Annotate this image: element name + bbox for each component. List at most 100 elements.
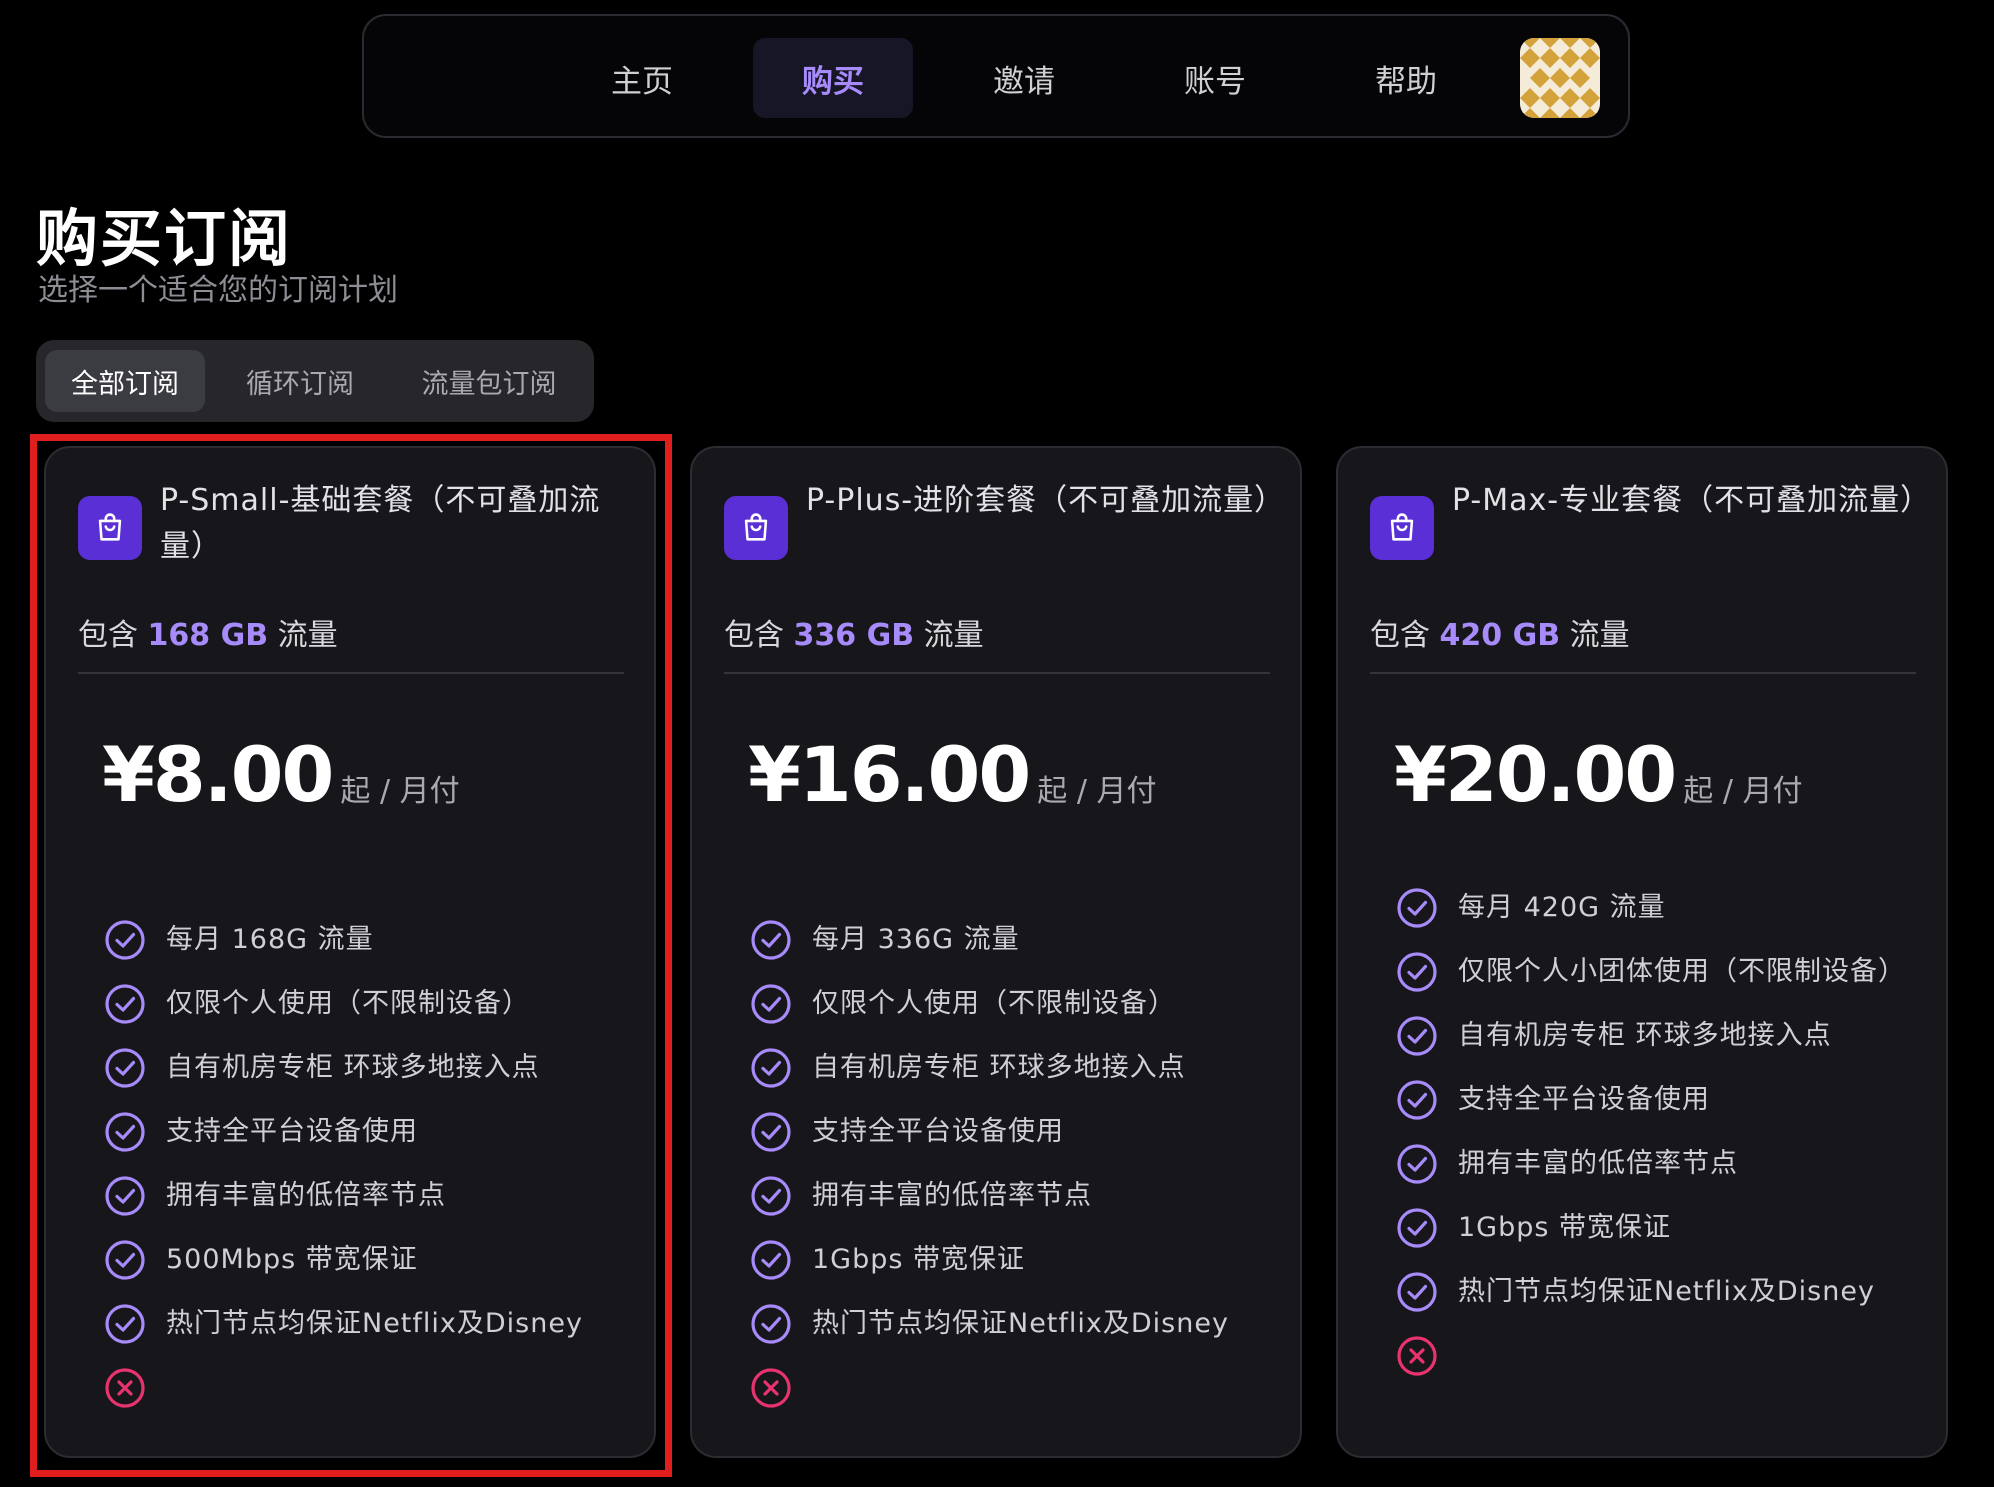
feature-text: 拥有丰富的低倍率节点 [812,1180,1092,1211]
tab-recurring-subscriptions[interactable]: 循环订阅 [220,350,380,412]
check-circle-icon [104,1111,146,1153]
price-amount: ¥8.00 [102,730,334,819]
plan-traffic: 包含 336 GB 流量 [724,610,984,654]
check-circle-icon [750,1111,792,1153]
plan-price: ¥20.00 起 / 月付 [1394,730,1802,819]
feature-item: 仅限个人小团体使用（不限制设备） [1396,940,1936,1004]
plan-traffic: 包含 168 GB 流量 [78,610,338,654]
feature-item-excluded [750,1356,1290,1420]
feature-text: 拥有丰富的低倍率节点 [1458,1148,1738,1179]
feature-item: 每月 336G 流量 [750,908,1290,972]
check-circle-icon [104,1303,146,1345]
plan-card[interactable]: P-Max-专业套餐（不可叠加流量） 包含 420 GB 流量 ¥20.00 起 / … [1336,446,1948,1458]
price-amount: ¥20.00 [1394,730,1677,819]
nav-item-home[interactable]: 主页 [562,38,722,118]
feature-item: 1Gbps 带宽保证 [750,1228,1290,1292]
check-circle-icon [1396,951,1438,993]
page-subtitle: 选择一个适合您的订阅计划 [38,273,398,308]
plan-traffic: 包含 420 GB 流量 [1370,610,1630,654]
feature-text: 热门节点均保证Netflix及Disney [166,1308,583,1339]
feature-text: 支持全平台设备使用 [812,1116,1064,1147]
x-circle-icon [750,1367,792,1409]
traffic-amount: 336 GB [793,618,915,653]
check-circle-icon [1396,1271,1438,1313]
plan-name: P-Max-专业套餐（不可叠加流量） [1452,483,1932,518]
feature-list: 每月 336G 流量 仅限个人使用（不限制设备） 自有机房专柜 环球多地接入点 支持全… [750,908,1290,1420]
feature-item: 拥有丰富的低倍率节点 [104,1164,644,1228]
plan-price: ¥8.00 起 / 月付 [102,730,460,819]
traffic-prefix: 包含 [1370,618,1430,653]
price-period: 起 / 月付 [1683,774,1803,809]
check-circle-icon [1396,1079,1438,1121]
shopping-bag-icon [1370,496,1434,560]
pattern-avatar-icon [1520,38,1600,118]
feature-item: 仅限个人使用（不限制设备） [750,972,1290,1036]
traffic-amount: 420 GB [1439,618,1561,653]
feature-item: 1Gbps 带宽保证 [1396,1196,1936,1260]
feature-list: 每月 420G 流量仅限个人小团体使用（不限制设备） 自有机房专柜 环球多地接入点… [1396,876,1936,1388]
plan-filter-tabs: 全部订阅 循环订阅 流量包订阅 [36,340,594,422]
traffic-prefix: 包含 [78,618,138,653]
feature-text: 自有机房专柜 环球多地接入点 [1458,1020,1832,1051]
price-period: 起 / 月付 [1037,774,1157,809]
feature-item: 自有机房专柜 环球多地接入点 [104,1036,644,1100]
check-circle-icon [1396,887,1438,929]
check-circle-icon [750,1047,792,1089]
traffic-suffix: 流量 [1569,618,1630,653]
avatar[interactable] [1520,38,1600,118]
traffic-amount: 168 GB [147,618,269,653]
feature-text: 500Mbps 带宽保证 [166,1244,418,1275]
tab-all-subscriptions[interactable]: 全部订阅 [45,350,205,412]
feature-item: 自有机房专柜 环球多地接入点 [1396,1004,1936,1068]
top-nav: 主页 购买 邀请 账号 帮助 [362,14,1630,138]
feature-item: 每月 168G 流量 [104,908,644,972]
nav-item-invite[interactable]: 邀请 [944,38,1104,118]
feature-text: 每月 336G 流量 [812,924,1020,955]
feature-text: 热门节点均保证Netflix及Disney [1458,1276,1875,1307]
tab-traffic-pack-subscriptions[interactable]: 流量包订阅 [396,350,582,412]
feature-text: 自有机房专柜 环球多地接入点 [166,1052,540,1083]
nav-item-buy[interactable]: 购买 [753,38,913,118]
feature-text: 每月 168G 流量 [166,924,374,955]
check-circle-icon [104,919,146,961]
traffic-prefix: 包含 [724,618,784,653]
divider [78,672,624,674]
feature-text: 1Gbps 带宽保证 [1458,1212,1672,1243]
feature-text: 1Gbps 带宽保证 [812,1244,1026,1275]
shopping-bag-icon [78,496,142,560]
divider [1370,672,1916,674]
feature-text: 仅限个人使用（不限制设备） [812,988,1176,1019]
check-circle-icon [750,1239,792,1281]
feature-item-excluded [104,1356,644,1420]
price-period: 起 / 月付 [340,774,460,809]
feature-text: 热门节点均保证Netflix及Disney [812,1308,1229,1339]
feature-item-excluded [1396,1324,1936,1388]
check-circle-icon [1396,1207,1438,1249]
feature-item: 每月 420G 流量 [1396,876,1936,940]
traffic-suffix: 流量 [277,618,338,653]
check-circle-icon [750,919,792,961]
check-circle-icon [104,1047,146,1089]
x-circle-icon [1396,1335,1438,1377]
nav-item-help[interactable]: 帮助 [1326,38,1486,118]
feature-item: 热门节点均保证Netflix及Disney [750,1292,1290,1356]
feature-item: 支持全平台设备使用 [750,1100,1290,1164]
feature-text: 每月 420G 流量 [1458,892,1666,923]
feature-text: 支持全平台设备使用 [1458,1084,1710,1115]
shopping-bag-icon [724,496,788,560]
nav-item-account[interactable]: 账号 [1135,38,1295,118]
feature-item: 拥有丰富的低倍率节点 [1396,1132,1936,1196]
divider [724,672,1270,674]
plan-price: ¥16.00 起 / 月付 [748,730,1156,819]
check-circle-icon [750,983,792,1025]
feature-item: 热门节点均保证Netflix及Disney [1396,1260,1936,1324]
check-circle-icon [1396,1143,1438,1185]
feature-text: 仅限个人小团体使用（不限制设备） [1458,956,1906,987]
plan-card[interactable]: P-Plus-进阶套餐（不可叠加流量） 包含 336 GB 流量 ¥16.00 起 /… [690,446,1302,1458]
feature-item: 500Mbps 带宽保证 [104,1228,644,1292]
check-circle-icon [104,1175,146,1217]
feature-item: 热门节点均保证Netflix及Disney [104,1292,644,1356]
price-amount: ¥16.00 [748,730,1031,819]
plan-name: P-Plus-进阶套餐（不可叠加流量） [806,483,1286,518]
plan-card[interactable]: P-Small-基础套餐（不可叠加流量） 包含 168 GB 流量 ¥8.00 起 /… [44,446,656,1458]
